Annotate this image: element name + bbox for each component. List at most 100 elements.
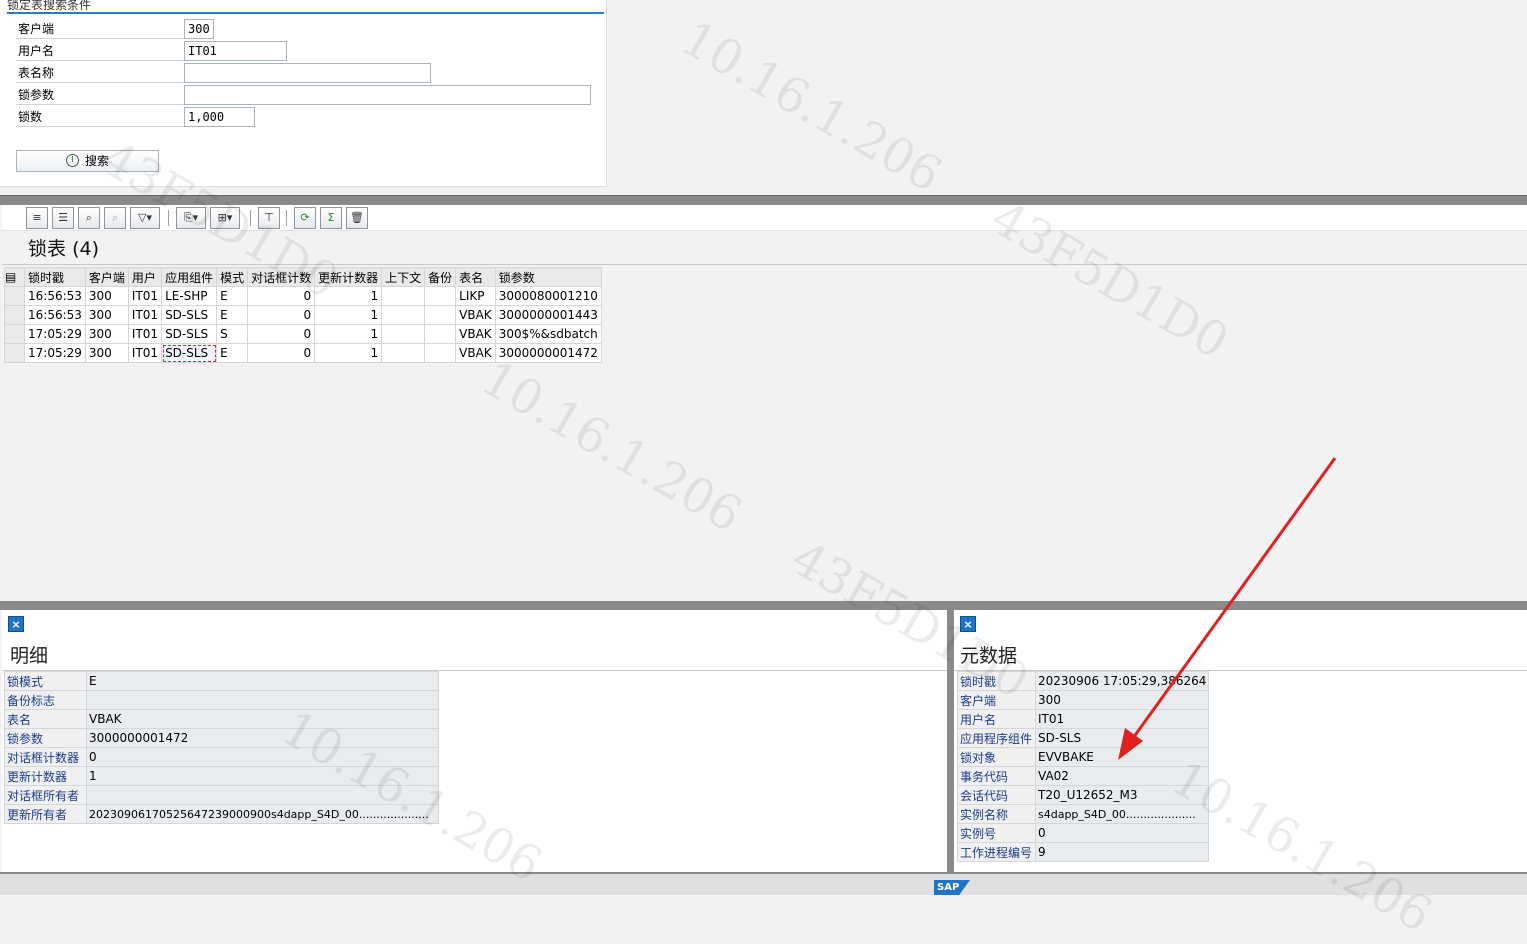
cell-user[interactable]: IT01 <box>127 305 163 325</box>
cell-table-name[interactable]: LIKP <box>455 286 496 306</box>
lock-count-input[interactable]: 1,000 <box>184 107 255 127</box>
column-header[interactable]: 锁参数 <box>494 267 602 287</box>
column-header[interactable]: 模式 <box>216 267 249 287</box>
cell-user[interactable]: IT01 <box>127 324 163 344</box>
find-icon[interactable]: ⌕ <box>78 207 100 229</box>
cell-backup[interactable] <box>424 343 457 363</box>
cell-update-count[interactable]: 1 <box>314 286 383 306</box>
cell-client[interactable]: 300 <box>84 286 129 306</box>
column-header[interactable]: 对话框计数 <box>247 267 316 287</box>
detail-value: 3000000001472 <box>86 728 439 748</box>
splitter-top[interactable] <box>0 195 1527 205</box>
table-row[interactable]: 17:05:29 300 IT01 SD-SLS S 0 1 VBAK 300$… <box>4 324 602 344</box>
detail-row: 对话框计数器 0 <box>4 747 439 767</box>
cell-dialog-count[interactable]: 0 <box>247 305 316 325</box>
cell-backup[interactable] <box>424 286 457 306</box>
cell-backup[interactable] <box>424 324 457 344</box>
cell-table-name[interactable]: VBAK <box>455 324 496 344</box>
find-next-icon[interactable]: ⌕ <box>104 207 126 229</box>
column-header[interactable]: 表名 <box>455 267 496 287</box>
row-selector[interactable] <box>4 286 25 306</box>
cell-table-name[interactable]: VBAK <box>455 305 496 325</box>
layout-icon[interactable]: ⊞▾ <box>210 207 240 229</box>
filter-icon[interactable]: ▽▾ <box>130 207 160 229</box>
row-selector[interactable] <box>4 324 25 344</box>
detail-key: 更新所有者 <box>4 804 87 824</box>
cell-user[interactable]: IT01 <box>127 286 163 306</box>
cell-dialog-count[interactable]: 0 <box>247 324 316 344</box>
cell-user[interactable]: IT01 <box>127 343 163 363</box>
metadata-row: 锁时戳 20230906 17:05:29,386264 <box>957 671 1210 691</box>
cell-lock-arg[interactable]: 300$%&sdbatch <box>494 324 602 344</box>
cell-context[interactable] <box>381 324 426 344</box>
lock-table-count: (4) <box>72 238 99 260</box>
column-header[interactable]: 客户端 <box>84 267 129 287</box>
delete-icon[interactable]: 🗑 <box>346 207 368 229</box>
detail-panel: × 明细 锁模式 E 备份标志 表名 VBAK 锁参数 3000000001472 对… <box>2 610 947 872</box>
filter-lines-icon[interactable]: ☰ <box>52 207 74 229</box>
row-selector[interactable] <box>4 343 25 363</box>
cell-backup[interactable] <box>424 305 457 325</box>
cell-table-name[interactable]: VBAK <box>455 343 496 363</box>
column-header[interactable]: 上下文 <box>381 267 426 287</box>
search-criteria-panel: 锁定表搜索条件 客户端 300 用户名 IT01 表名称 锁参数 锁数 1,00… <box>0 0 607 187</box>
close-icon[interactable]: × <box>8 616 24 632</box>
cell-timestamp[interactable]: 17:05:29 <box>24 343 86 363</box>
align-center-icon[interactable]: ≡ <box>26 207 48 229</box>
table-row[interactable]: 16:56:53 300 IT01 LE-SHP E 0 1 LIKP 3000… <box>4 286 602 306</box>
cell-update-count[interactable]: 1 <box>314 305 383 325</box>
detail-table: 锁模式 E 备份标志 表名 VBAK 锁参数 3000000001472 对话框计数器… <box>4 671 439 824</box>
column-header[interactable]: 锁时戳 <box>24 267 86 287</box>
close-icon[interactable]: × <box>960 616 976 632</box>
cell-context[interactable] <box>381 343 426 363</box>
title-divider <box>2 264 1527 265</box>
lock-arg-input[interactable] <box>184 85 591 105</box>
cell-component[interactable]: SD-SLS <box>161 324 218 344</box>
row-selector[interactable] <box>4 305 25 325</box>
detail-row: 更新所有者 20230906170525647239000900s4dapp_S4… <box>4 804 439 824</box>
cell-mode[interactable]: E <box>216 286 249 306</box>
cell-timestamp[interactable]: 16:56:53 <box>24 286 86 306</box>
cell-client[interactable]: 300 <box>84 324 129 344</box>
cell-timestamp[interactable]: 17:05:29 <box>24 324 86 344</box>
username-input[interactable]: IT01 <box>184 41 287 61</box>
cell-dialog-count[interactable]: 0 <box>247 286 316 306</box>
search-button[interactable]: 搜索 <box>16 150 159 172</box>
export-icon[interactable]: ⎘▾ <box>176 207 206 229</box>
cell-update-count[interactable]: 1 <box>314 343 383 363</box>
cell-component-focused[interactable]: SD-SLS <box>161 343 218 363</box>
client-input[interactable]: 300 <box>184 19 214 39</box>
username-label: 用户名 <box>16 41 184 61</box>
column-header[interactable]: 备份 <box>424 267 457 287</box>
cell-lock-arg[interactable]: 3000080001210 <box>494 286 602 306</box>
table-row[interactable]: 16:56:53 300 IT01 SD-SLS E 0 1 VBAK 3000… <box>4 305 602 325</box>
detail-icon[interactable]: ⊤ <box>258 207 280 229</box>
cell-component[interactable]: SD-SLS <box>161 305 218 325</box>
metadata-row: 用户名 IT01 <box>957 709 1210 729</box>
horizontal-splitter[interactable] <box>0 601 1527 610</box>
cell-dialog-count[interactable]: 0 <box>247 343 316 363</box>
cell-lock-arg[interactable]: 3000000001472 <box>494 343 602 363</box>
cell-mode[interactable]: S <box>216 324 249 344</box>
cell-component[interactable]: LE-SHP <box>161 286 218 306</box>
cell-update-count[interactable]: 1 <box>314 324 383 344</box>
cell-client[interactable]: 300 <box>84 343 129 363</box>
cell-client[interactable]: 300 <box>84 305 129 325</box>
detail-key: 对话框计数器 <box>4 747 87 767</box>
cell-mode[interactable]: E <box>216 305 249 325</box>
cell-mode[interactable]: E <box>216 343 249 363</box>
table-name-input[interactable] <box>184 63 431 83</box>
select-all-icon[interactable]: ▤ <box>4 267 25 287</box>
column-header[interactable]: 应用组件 <box>161 267 218 287</box>
cell-timestamp[interactable]: 16:56:53 <box>24 305 86 325</box>
cell-context[interactable] <box>381 305 426 325</box>
vertical-splitter[interactable] <box>947 610 954 872</box>
execute-icon <box>65 154 79 167</box>
cell-context[interactable] <box>381 286 426 306</box>
refresh-icon[interactable]: ⟳ <box>294 207 316 229</box>
column-header[interactable]: 更新计数器 <box>314 267 383 287</box>
table-row[interactable]: 17:05:29 300 IT01 SD-SLS E 0 1 VBAK 3000… <box>4 343 602 363</box>
sum-icon[interactable]: Σ <box>320 207 342 229</box>
cell-lock-arg[interactable]: 3000000001443 <box>494 305 602 325</box>
column-header[interactable]: 用户 <box>127 267 163 287</box>
